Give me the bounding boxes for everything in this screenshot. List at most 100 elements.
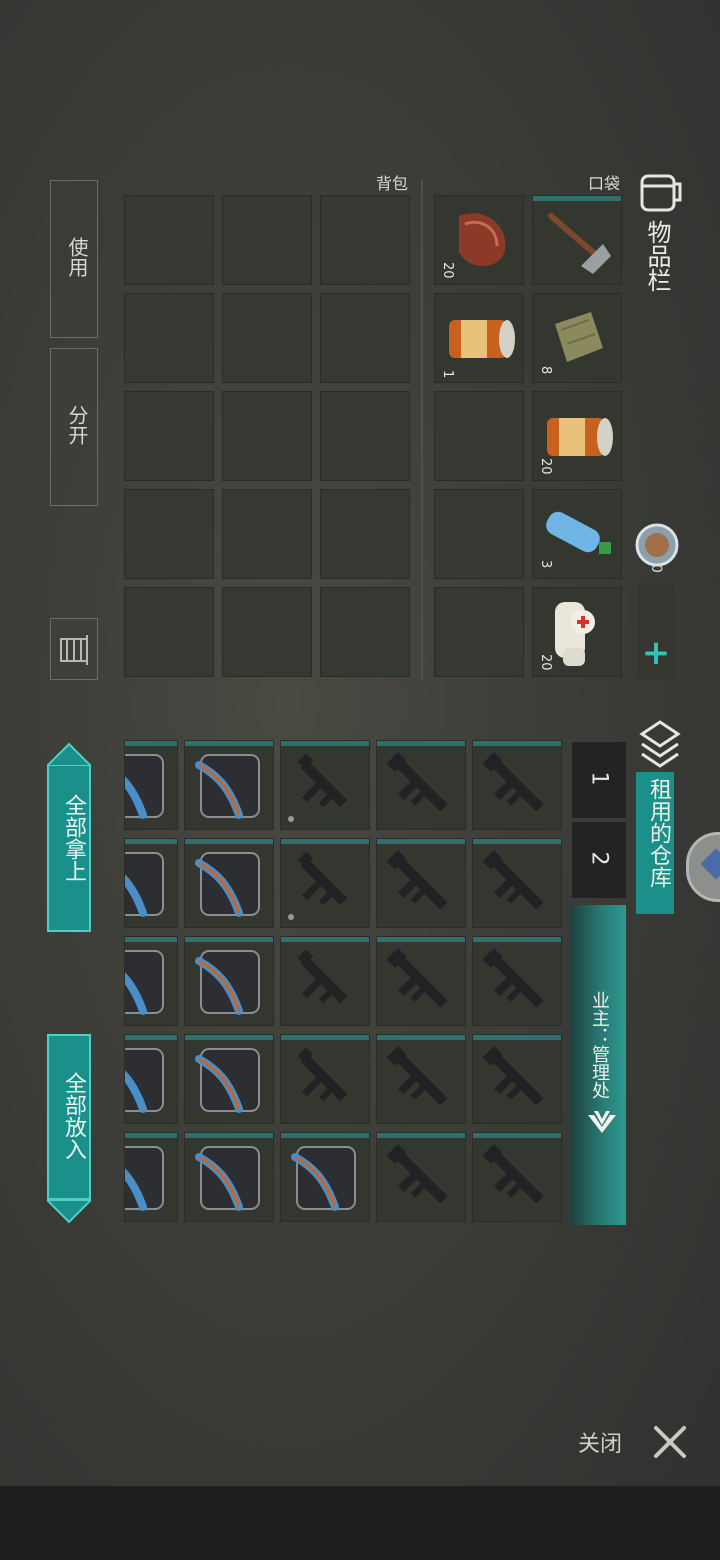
backpack-slot[interactable] [222, 293, 312, 383]
storage-slot[interactable] [376, 740, 466, 830]
use-button[interactable]: 使用 [50, 180, 98, 338]
submachine-gun-icon [297, 949, 348, 1004]
close-icon [654, 1426, 686, 1458]
pocket-slot-2[interactable]: 8 [532, 293, 622, 383]
tab-1[interactable]: 1 [572, 742, 626, 818]
storage-slot[interactable] [99, 1132, 178, 1222]
storage-slot[interactable] [184, 1034, 274, 1124]
storage-slot[interactable] [472, 936, 562, 1026]
assault-rifle-icon [386, 1046, 448, 1106]
item-count: 20 [538, 458, 553, 475]
police-shield-icon [99, 1146, 164, 1211]
police-shield-icon [99, 852, 164, 917]
assault-rifle-icon [386, 752, 448, 812]
pocket-slot-1[interactable] [532, 195, 622, 285]
pocket-slot-7[interactable]: 1 [434, 293, 524, 383]
storage-slot[interactable] [280, 936, 370, 1026]
item-count: 3 [538, 560, 553, 569]
storage-slot[interactable] [280, 740, 370, 830]
backpack-slot[interactable] [124, 391, 214, 481]
assault-rifle-icon [482, 850, 544, 910]
storage-slot[interactable] [184, 838, 274, 928]
police-shield-icon [99, 754, 164, 819]
submachine-gun-icon [288, 753, 348, 822]
pickaxe-icon [548, 213, 611, 274]
split-button[interactable]: 分开 [50, 348, 98, 506]
add-coins-button[interactable]: + [638, 583, 674, 679]
backpack-label: 背包 [375, 174, 408, 193]
divider [421, 180, 423, 680]
close-label: 关闭 [578, 1432, 623, 1457]
pocket-slot-3[interactable]: 20 [532, 391, 622, 481]
pocket-slot-10[interactable] [434, 587, 524, 677]
storage-slot[interactable] [99, 936, 178, 1026]
take-all-button[interactable]: 全部拿上 [47, 742, 91, 932]
police-shield-icon [99, 1048, 164, 1113]
pocket-slot-9[interactable] [434, 489, 524, 579]
storage-slot[interactable] [99, 740, 178, 830]
storage-icon [636, 716, 684, 776]
storage-title-badge: 租用的仓库 [636, 772, 674, 914]
backpack-slot[interactable] [320, 293, 410, 383]
storage-slot[interactable] [376, 1132, 466, 1222]
police-shield-icon [195, 754, 260, 819]
backpack-slot[interactable] [320, 195, 410, 285]
storage-slot[interactable] [376, 1034, 466, 1124]
storage-slot[interactable] [472, 1034, 562, 1124]
owner-panel: 业主：管理处 [570, 905, 626, 1225]
backpack-slot[interactable] [124, 489, 214, 579]
assault-rifle-icon [386, 1144, 448, 1204]
backpack-slot[interactable] [124, 195, 214, 285]
police-shield-icon [291, 1146, 356, 1211]
backpack-slot[interactable] [222, 587, 312, 677]
assault-rifle-icon [386, 850, 448, 910]
storage-slot[interactable] [280, 1132, 370, 1222]
wings-icon [588, 1111, 616, 1133]
backpack-icon [636, 170, 684, 220]
system-nav-bar [0, 1486, 720, 1560]
round-menu-button[interactable] [686, 832, 720, 902]
tab-2[interactable]: 2 [572, 822, 626, 898]
owner-text: 业主：管理处 [589, 991, 610, 1099]
backpack-slot[interactable] [222, 489, 312, 579]
backpack-slot[interactable] [320, 391, 410, 481]
storage-slot[interactable] [99, 838, 178, 928]
storage-slot[interactable] [280, 1034, 370, 1124]
close-button[interactable]: 关闭 [574, 1418, 690, 1464]
storage-slot[interactable] [472, 838, 562, 928]
trash-button[interactable] [50, 618, 98, 680]
submachine-gun-icon [297, 1047, 348, 1102]
pocket-slot-8[interactable] [434, 391, 524, 481]
assault-rifle-icon [482, 752, 544, 812]
pocket-slot-5[interactable]: 20 [532, 587, 622, 677]
storage-slot[interactable] [184, 740, 274, 830]
police-shield-icon [195, 852, 260, 917]
pocket-slot-4[interactable]: 3 [532, 489, 622, 579]
assault-rifle-icon [386, 948, 448, 1008]
item-count: 20 [440, 262, 455, 279]
assault-rifle-icon [482, 948, 544, 1008]
selected-bar [533, 196, 621, 201]
storage-slot[interactable] [280, 838, 370, 928]
storage-slot[interactable] [184, 936, 274, 1026]
backpack-slot[interactable] [320, 489, 410, 579]
put-all-button[interactable]: 全部放入 [47, 1034, 91, 1224]
submachine-gun-icon [288, 851, 348, 920]
pocket-label: 口袋 [587, 174, 620, 193]
storage-slot[interactable] [376, 838, 466, 928]
backpack-slot[interactable] [222, 391, 312, 481]
backpack-slot[interactable] [124, 293, 214, 383]
inventory-title: 物品栏 [643, 220, 671, 292]
coin-count: 0 [648, 564, 664, 573]
storage-title: 租用的仓库 [646, 778, 671, 888]
assault-rifle-icon [482, 1046, 544, 1106]
backpack-slot[interactable] [320, 587, 410, 677]
backpack-slot[interactable] [222, 195, 312, 285]
storage-slot[interactable] [99, 1034, 178, 1124]
backpack-slot[interactable] [124, 587, 214, 677]
pocket-slot-6[interactable]: 20 [434, 195, 524, 285]
storage-slot[interactable] [376, 936, 466, 1026]
storage-slot[interactable] [472, 740, 562, 830]
storage-slot[interactable] [472, 1132, 562, 1222]
storage-slot[interactable] [184, 1132, 274, 1222]
